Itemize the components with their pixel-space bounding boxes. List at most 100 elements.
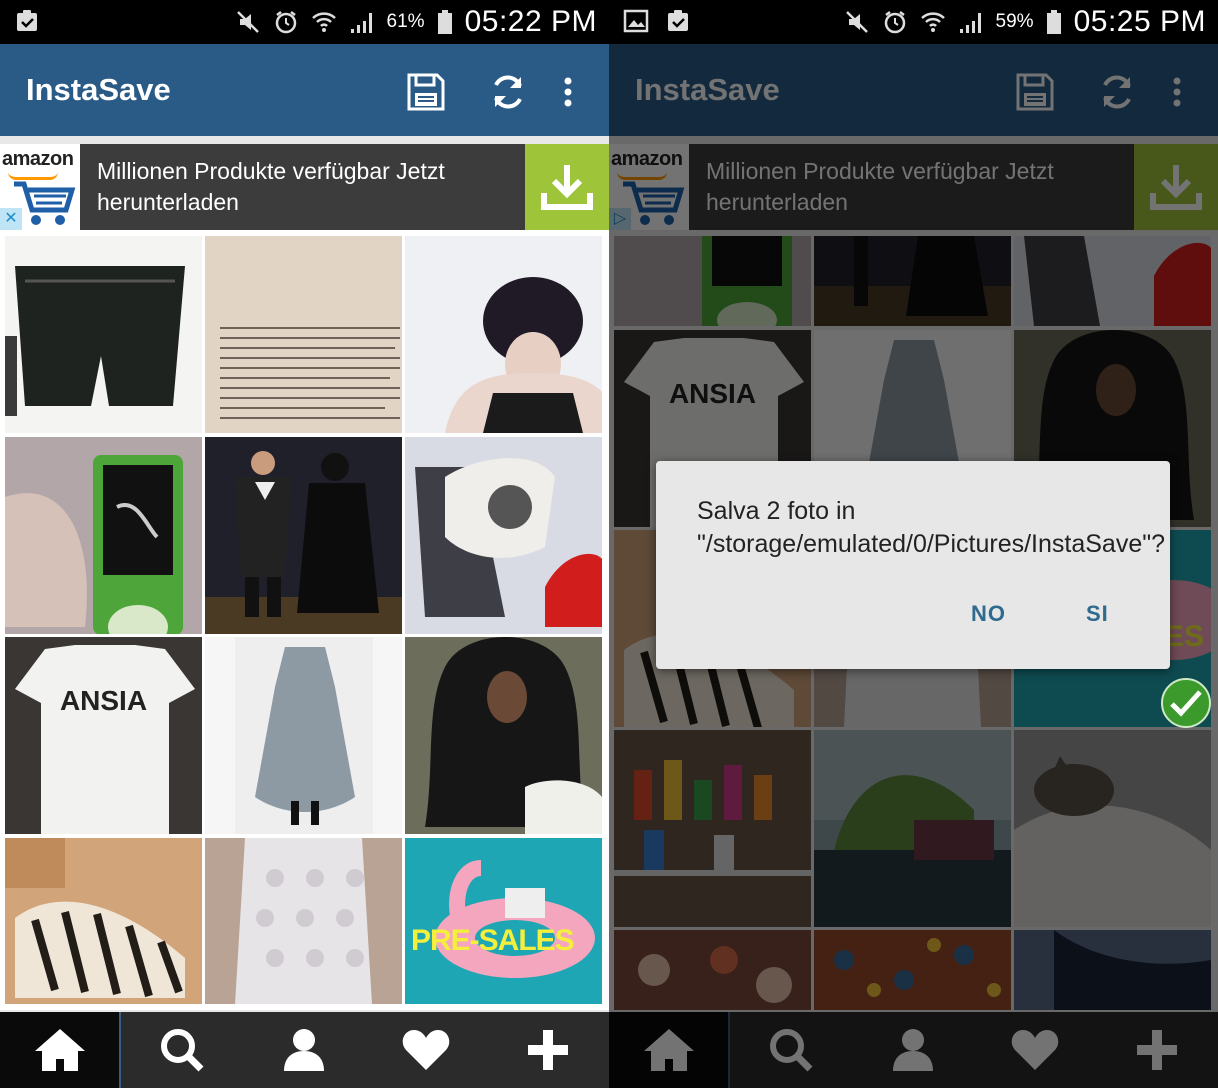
nav-add [1096, 1012, 1217, 1088]
battery-icon [1046, 9, 1062, 35]
clock: 05:22 PM [464, 5, 597, 38]
app-bar: InstaSave [609, 44, 1218, 136]
photo-ansia-shirt[interactable]: ANSIA [5, 637, 202, 834]
more-vertical-icon [1173, 77, 1181, 107]
presales-text: ES [1164, 620, 1205, 653]
screen-right: 59% 05:25 PM InstaSave amazon ▷ Millione… [609, 0, 1218, 1088]
plus-icon [527, 1030, 568, 1070]
refresh-button [1093, 68, 1141, 116]
photo-floral-pattern [614, 930, 811, 1010]
nav-search [730, 1012, 851, 1088]
ad-banner: amazon ▷ Millionen Produkte verfügbar Je… [609, 144, 1218, 230]
photo-zebra-shoes[interactable] [5, 838, 202, 1004]
nav-profile[interactable] [243, 1012, 364, 1088]
floppy-disk-icon [407, 73, 445, 111]
bottom-nav [0, 1012, 609, 1088]
gallery-icon [623, 8, 649, 34]
clipboard-check-icon [665, 8, 691, 34]
nav-add[interactable] [487, 1012, 608, 1088]
heart-icon [1011, 1030, 1058, 1070]
photo-ipod-nano [614, 236, 811, 326]
status-bar: 59% 05:25 PM [609, 0, 1218, 44]
plus-icon [1136, 1030, 1177, 1070]
ad-close-icon[interactable]: ✕ [0, 208, 22, 230]
wifi-icon [920, 9, 946, 35]
dialog-message: Salva 2 foto in "/storage/emulated/0/Pic… [697, 497, 1166, 558]
photo-patterned-fabric [814, 930, 1011, 1010]
app-title: InstaSave [26, 72, 171, 107]
photo-candy-shelves [614, 730, 811, 927]
search-icon [769, 1029, 812, 1072]
ad-banner[interactable]: amazon ✕ Millionen Produkte verfügbar Je… [0, 144, 609, 230]
clipboard-check-icon [14, 8, 40, 34]
bottom-nav [609, 1012, 1218, 1088]
nav-likes [974, 1012, 1095, 1088]
person-icon [283, 1029, 324, 1071]
dialog-yes-button[interactable]: SI [1080, 597, 1115, 631]
mute-icon [235, 9, 261, 35]
battery-percent: 59% [995, 11, 1034, 32]
home-icon [34, 1029, 85, 1071]
more-vertical-icon [564, 77, 572, 107]
overflow-menu-button [1155, 68, 1199, 116]
person-icon [892, 1029, 933, 1071]
save-button [1011, 68, 1059, 116]
app-title: InstaSave [635, 72, 780, 107]
save-confirm-dialog: Salva 2 foto in "/storage/emulated/0/Pic… [656, 461, 1170, 669]
screen-left: 61% 05:22 PM InstaSave amazon ✕ Millione… [0, 0, 609, 1088]
home-icon [643, 1029, 694, 1071]
signal-icon [349, 9, 375, 35]
photo-book-page[interactable] [205, 236, 402, 433]
nav-profile [852, 1012, 973, 1088]
selected-check-icon [1161, 678, 1211, 728]
clock: 05:25 PM [1073, 5, 1206, 38]
status-bar: 61% 05:22 PM [0, 0, 609, 44]
nav-home [609, 1012, 730, 1088]
shirt-print-text: ANSIA [668, 378, 757, 409]
download-icon [541, 165, 593, 210]
presales-text: PRE-SALES [411, 924, 575, 957]
photo-ipod-nano[interactable] [5, 437, 202, 634]
app-bar: InstaSave [0, 44, 609, 136]
mute-icon [844, 9, 870, 35]
overflow-menu-button[interactable] [546, 68, 590, 116]
ad-text: Millionen Produkte verfügbar Jetzt herun… [97, 158, 445, 215]
dialog-no-button[interactable]: NO [965, 597, 1012, 631]
search-icon [160, 1029, 203, 1072]
wifi-icon [311, 9, 337, 35]
refresh-button[interactable] [484, 68, 532, 116]
shirt-print-text: ANSIA [59, 685, 148, 716]
photo-lace-top[interactable] [205, 838, 402, 1004]
battery-percent: 61% [386, 11, 425, 32]
photo-river-willows [814, 730, 1011, 927]
photo-bulls-cap [1014, 236, 1211, 326]
photo-costume-couple[interactable] [205, 437, 402, 634]
download-icon [1150, 165, 1202, 210]
photo-bulls-cap[interactable] [405, 437, 602, 634]
nav-search[interactable] [121, 1012, 242, 1088]
ad-text: Millionen Produkte verfügbar Jetzt herun… [706, 158, 1054, 215]
nav-home[interactable] [0, 1012, 121, 1088]
photo-grey-dress[interactable] [205, 637, 402, 834]
photo-bowl-haircut[interactable] [405, 236, 602, 433]
refresh-icon [494, 75, 522, 109]
save-button[interactable] [402, 68, 450, 116]
ad-download-button[interactable] [525, 144, 609, 230]
photo-flamingo-pool[interactable]: PRE-SALES [405, 838, 602, 1004]
nav-likes[interactable] [365, 1012, 486, 1088]
photo-long-hair-man[interactable] [405, 637, 602, 834]
heart-icon [402, 1030, 449, 1070]
alarm-icon [273, 9, 299, 35]
battery-icon [437, 9, 453, 35]
signal-icon [958, 9, 984, 35]
floppy-disk-icon [1016, 73, 1054, 111]
photo-cat-on-bed [1014, 730, 1211, 927]
photo-shorts[interactable] [5, 236, 202, 433]
ad-download-button [1134, 144, 1218, 230]
alarm-icon [882, 9, 908, 35]
photo-dark-portrait [1014, 930, 1211, 1010]
photo-costume-couple [814, 236, 1011, 326]
refresh-icon [1103, 75, 1131, 109]
ad-choices-icon: ▷ [609, 208, 631, 230]
photo-grid: ANSIA PRE-SALES [0, 230, 609, 1010]
